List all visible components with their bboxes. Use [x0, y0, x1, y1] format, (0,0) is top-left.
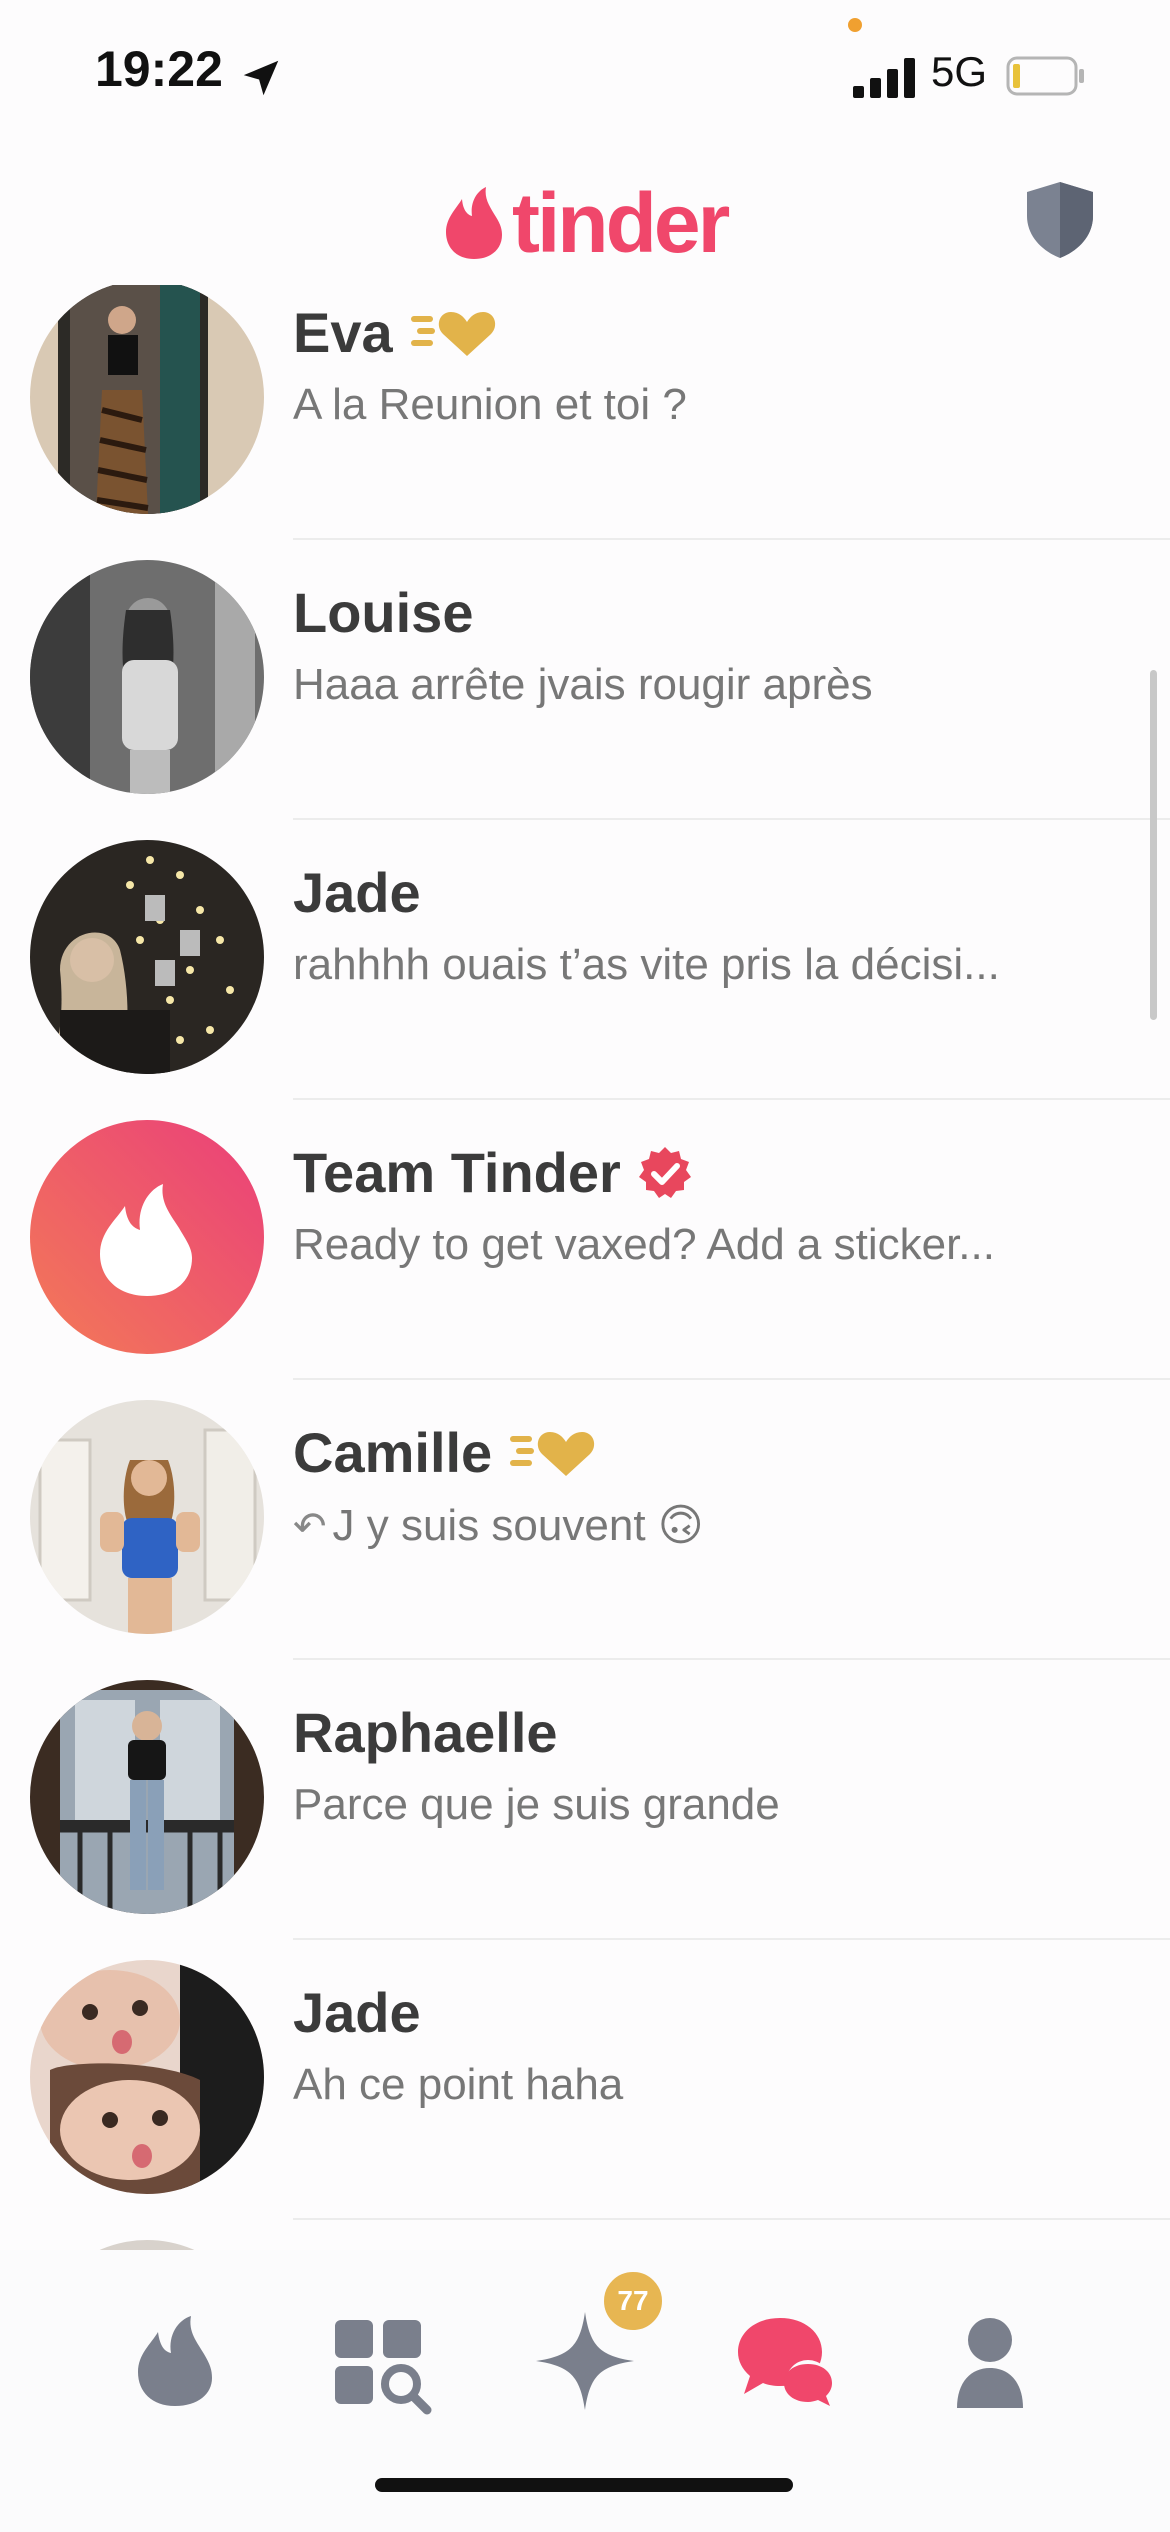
battery-icon — [1006, 56, 1084, 96]
explore-icon[interactable] — [325, 2306, 435, 2416]
conversation-row[interactable]: Camille ↶ J y suis souvent 🙃 — [0, 1380, 1170, 1660]
last-message: A la Reunion et toi ? — [293, 380, 687, 429]
contact-name: Louise — [293, 581, 474, 644]
last-message: rahhhh ouais t’as vite pris la décisi... — [293, 940, 1000, 989]
last-message: Ready to get vaxed? Add a sticker... — [293, 1220, 995, 1269]
network-type: 5G — [931, 48, 988, 95]
reply-arrow-icon: ↶ — [293, 1505, 327, 1549]
conversation-row[interactable] — [0, 2220, 1170, 2250]
status-bar: 19:22 5G — [0, 0, 1170, 150]
last-message: Haaa arrête jvais rougir après — [293, 660, 873, 709]
avatar — [30, 2240, 264, 2250]
flame-icon[interactable] — [120, 2306, 230, 2416]
avatar — [30, 1680, 264, 1914]
conversation-row[interactable]: Louise Haaa arrête jvais rougir après — [0, 540, 1170, 820]
avatar — [30, 840, 264, 1074]
scrollbar-thumb[interactable] — [1150, 670, 1157, 1020]
logo-text: tinder — [512, 176, 730, 270]
home-indicator[interactable] — [375, 2478, 793, 2492]
super-like-icon — [410, 311, 495, 356]
chat-icon[interactable] — [730, 2306, 840, 2416]
conversation-list: Eva A la Reunion et toi ? Louise Haaa ar… — [0, 285, 1170, 2250]
profile-icon[interactable] — [935, 2306, 1045, 2416]
avatar — [30, 285, 264, 514]
conversation-row[interactable]: Raphaelle Parce que je suis grande — [0, 1660, 1170, 1940]
last-message: ↶ J y suis souvent 🙃 — [293, 1500, 704, 1551]
contact-name: Jade — [293, 1981, 421, 2044]
conversation-row[interactable]: Jade Ah ce point haha — [0, 1940, 1170, 2220]
status-time: 19:22 — [95, 41, 223, 97]
contact-name: Team Tinder — [293, 1141, 621, 1204]
last-message-text: J y suis souvent 🙃 — [332, 1501, 704, 1550]
sparkle-badge: 77 — [600, 2268, 666, 2334]
last-message: Ah ce point haha — [293, 2060, 624, 2109]
conversation-row[interactable]: Jade rahhhh ouais t’as vite pris la déci… — [0, 820, 1170, 1100]
avatar — [30, 560, 264, 794]
privacy-dot — [848, 18, 862, 32]
contact-name: Camille — [293, 1421, 493, 1484]
avatar — [30, 1960, 264, 2194]
cellular-signal-icon — [853, 58, 915, 98]
app-header: tinder — [0, 150, 1170, 290]
verified-icon — [638, 1146, 691, 1198]
contact-name: Jade — [293, 861, 421, 924]
contact-name: Eva — [293, 301, 393, 364]
contact-name: Raphaelle — [293, 1701, 558, 1764]
super-like-icon — [510, 1431, 595, 1476]
conversation-row[interactable]: Eva A la Reunion et toi ? — [0, 285, 1170, 540]
avatar — [30, 1400, 264, 1634]
tinder-flame-icon — [446, 187, 502, 259]
last-message: Parce que je suis grande — [293, 1780, 780, 1829]
safety-shield-icon[interactable] — [1025, 180, 1095, 260]
conversation-row[interactable]: Team Tinder Ready to get vaxed? Add a st… — [0, 1100, 1170, 1380]
tinder-logo[interactable]: tinder — [444, 176, 730, 270]
location-arrow-icon — [243, 60, 279, 96]
avatar — [30, 1120, 264, 1354]
